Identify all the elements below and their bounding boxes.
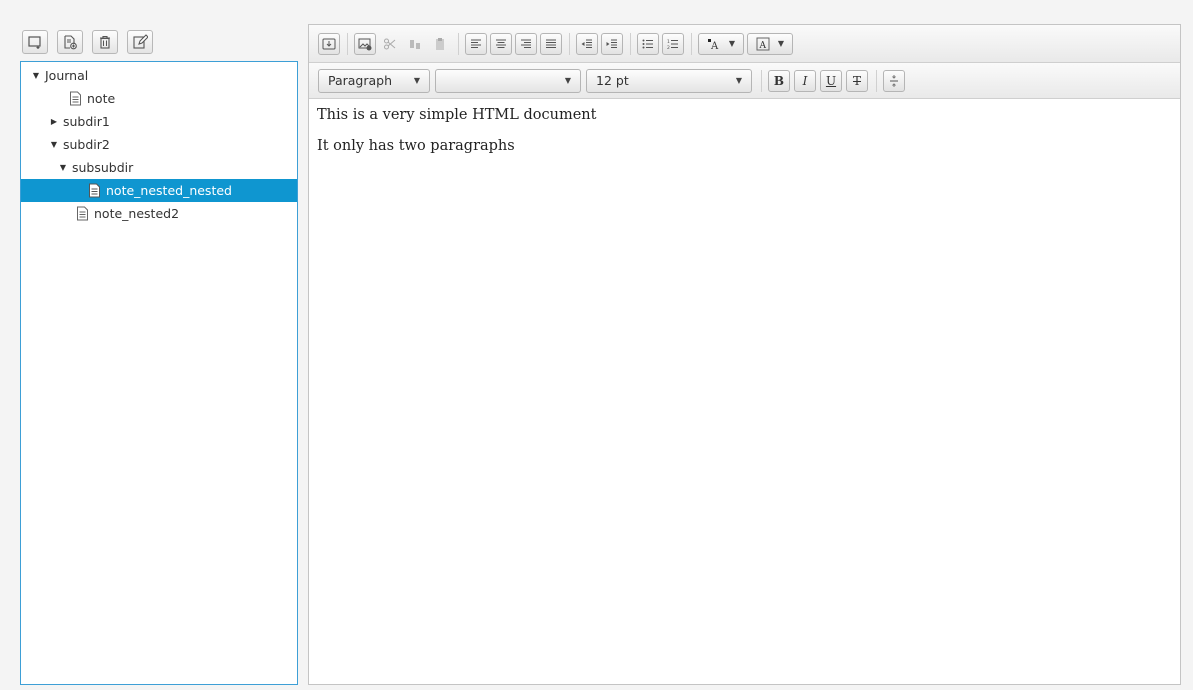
toolbar-separator (458, 32, 459, 55)
html-editor: 12 A ▼ A ▼ Paragraph ▼ ▼ 12 pt ▼ B I U T (308, 24, 1181, 685)
editor-content[interactable]: This is a very simple HTML document It o… (309, 99, 1180, 177)
expanded-arrow-icon[interactable]: ▼ (58, 163, 68, 172)
combo-value: Paragraph (328, 73, 393, 88)
import-button[interactable] (318, 32, 340, 55)
indent-icon (606, 39, 617, 48)
italic-button[interactable]: I (794, 69, 816, 92)
tree-item-label: subdir2 (63, 137, 110, 152)
outdent-icon (581, 39, 592, 48)
svg-text:2: 2 (667, 45, 670, 51)
paragraph: This is a very simple HTML document (317, 107, 597, 123)
edit-button[interactable] (127, 30, 153, 54)
chevron-down-icon: ▼ (564, 76, 571, 85)
strikethrough-button[interactable]: T (846, 69, 868, 92)
align-right-icon (521, 39, 531, 48)
combo-value: 12 pt (596, 73, 629, 88)
align-justify-button[interactable] (540, 32, 562, 55)
align-left-button[interactable] (465, 32, 487, 55)
tree-item-label: Journal (45, 68, 89, 83)
align-left-icon (471, 39, 481, 48)
new-note-button[interactable] (57, 30, 83, 54)
copy-button[interactable] (404, 33, 426, 55)
tree-item-label: note_nested_nested (106, 183, 232, 198)
align-center-icon (496, 39, 506, 48)
text-color-button[interactable]: A ▼ (698, 32, 744, 55)
collapsed-arrow-icon[interactable]: ▶ (49, 117, 59, 126)
paragraph: It only has two paragraphs (317, 138, 515, 154)
tree-toolbar (22, 30, 153, 56)
delete-button[interactable] (92, 30, 118, 54)
paragraph-format-combo[interactable]: Paragraph ▼ (318, 68, 430, 93)
font-size-combo[interactable]: 12 pt ▼ (586, 68, 752, 93)
underline-button[interactable]: U (820, 69, 842, 92)
tree-item-label: subsubdir (72, 160, 134, 175)
bullet-list-button[interactable] (637, 32, 659, 55)
toolbar-separator (691, 32, 692, 55)
toolbar-separator (630, 32, 631, 55)
copy-icon (410, 39, 420, 49)
chevron-down-icon: ▼ (413, 76, 420, 85)
editor-format-toolbar: Paragraph ▼ ▼ 12 pt ▼ B I U T (309, 63, 1180, 99)
paste-button[interactable] (429, 33, 451, 55)
svg-text:A: A (710, 41, 719, 51)
align-center-button[interactable] (490, 32, 512, 55)
horizontal-rule-icon (890, 74, 898, 87)
tree-item-subdir1[interactable]: ▶ subdir1 (21, 110, 297, 133)
file-icon (77, 206, 88, 221)
numbered-list-icon: 12 (667, 39, 678, 51)
expanded-arrow-icon[interactable]: ▼ (49, 140, 59, 149)
align-right-button[interactable] (515, 32, 537, 55)
toolbar-separator (347, 32, 348, 55)
svg-text:1: 1 (667, 39, 670, 45)
toolbar-separator (569, 32, 570, 55)
edit-icon (133, 34, 148, 49)
background-color-button[interactable]: A ▼ (747, 32, 793, 55)
file-icon (89, 183, 100, 198)
tree-item-label: note_nested2 (94, 206, 180, 221)
outdent-button[interactable] (576, 32, 598, 55)
new-folder-button[interactable] (22, 30, 48, 54)
chevron-down-icon: ▼ (735, 76, 742, 85)
tree-item-note-nested2[interactable]: note_nested2 (21, 202, 297, 225)
editor-top-toolbar: 12 A ▼ A ▼ (309, 25, 1180, 63)
new-folder-icon (28, 36, 41, 49)
toolbar-separator (876, 69, 877, 92)
bold-button[interactable]: B (768, 69, 790, 92)
tree-item-subsubdir[interactable]: ▼ subsubdir (21, 156, 297, 179)
file-icon (70, 91, 81, 106)
tree-item-note-nested-nested[interactable]: note_nested_nested (21, 179, 297, 202)
dropdown-caret-icon: ▼ (728, 39, 736, 48)
font-family-combo[interactable]: ▼ (435, 68, 581, 93)
numbered-list-button[interactable]: 12 (662, 32, 684, 55)
horizontal-rule-button[interactable] (883, 69, 905, 92)
dropdown-caret-icon: ▼ (777, 39, 785, 48)
insert-image-button[interactable] (354, 32, 376, 55)
tree-item-label: subdir1 (63, 114, 110, 129)
text-color-icon: A (707, 38, 719, 51)
bullet-list-icon (642, 39, 653, 48)
notes-tree[interactable]: ▼ Journal note ▶ subdir1 ▼ subdir2 ▼ sub… (20, 61, 298, 685)
toolbar-separator (761, 69, 762, 92)
import-icon (322, 38, 336, 49)
tree-item-label: note (87, 91, 116, 106)
tree-item-note[interactable]: note (21, 87, 297, 110)
indent-button[interactable] (601, 32, 623, 55)
cut-button[interactable] (379, 33, 401, 55)
scissors-icon (384, 38, 396, 49)
new-note-icon (64, 35, 77, 50)
align-justify-icon (546, 39, 556, 48)
tree-item-journal[interactable]: ▼ Journal (21, 64, 297, 87)
image-icon (358, 38, 372, 50)
trash-icon (100, 35, 110, 49)
svg-text:A: A (758, 41, 766, 51)
tree-item-subdir2[interactable]: ▼ subdir2 (21, 133, 297, 156)
background-color-icon: A (756, 37, 770, 51)
paste-icon (436, 37, 444, 50)
expanded-arrow-icon[interactable]: ▼ (31, 71, 41, 80)
